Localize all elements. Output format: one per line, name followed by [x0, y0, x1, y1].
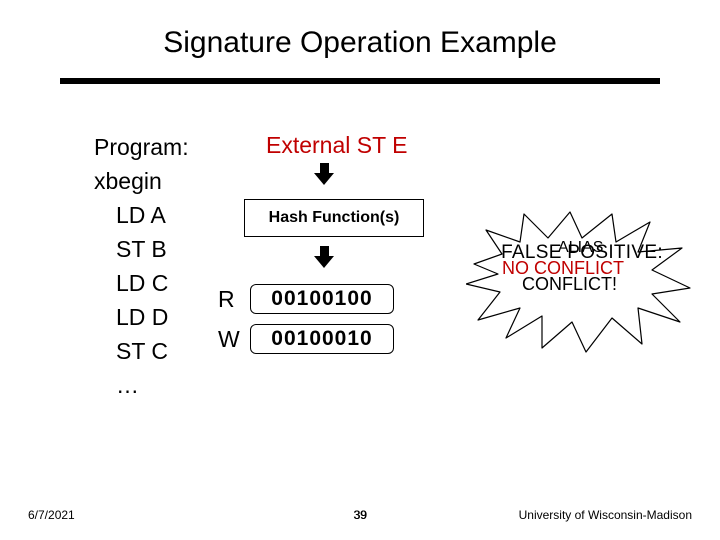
callout-burst: ALIAS FALSE POSITIVE: NO CONFLICT CONFLI… [472, 212, 692, 352]
program-line-ld-c: LD C [94, 266, 189, 300]
program-block: Program: xbegin LD A ST B LD C LD D ST C… [94, 130, 189, 402]
arrow-down-icon [315, 246, 333, 268]
program-header: Program: [94, 130, 189, 164]
register-w-row: W 00100010 [218, 324, 394, 354]
program-line-ellipsis: … [94, 368, 189, 402]
register-w-bits: 00100010 [250, 324, 394, 354]
program-line-st-c: ST C [94, 334, 189, 368]
program-line-xbegin: xbegin [94, 164, 189, 198]
program-line-st-b: ST B [94, 232, 189, 266]
hash-function-box: Hash Function(s) [244, 199, 424, 237]
register-r-label: R [218, 286, 250, 313]
register-r-bits: 00100100 [250, 284, 394, 314]
slide: Signature Operation Example Program: xbe… [0, 0, 720, 540]
register-r-row: R 00100100 [218, 284, 394, 314]
slide-title: Signature Operation Example [0, 26, 720, 60]
external-event-label: External ST E [266, 132, 407, 159]
burst-conflict-text: CONFLICT! [522, 274, 617, 295]
program-line-ld-d: LD D [94, 300, 189, 334]
arrow-down-icon [315, 163, 333, 185]
program-line-ld-a: LD A [94, 198, 189, 232]
footer-affiliation: University of Wisconsin-Madison [519, 508, 692, 522]
register-w-label: W [218, 326, 250, 353]
title-divider [60, 78, 660, 84]
